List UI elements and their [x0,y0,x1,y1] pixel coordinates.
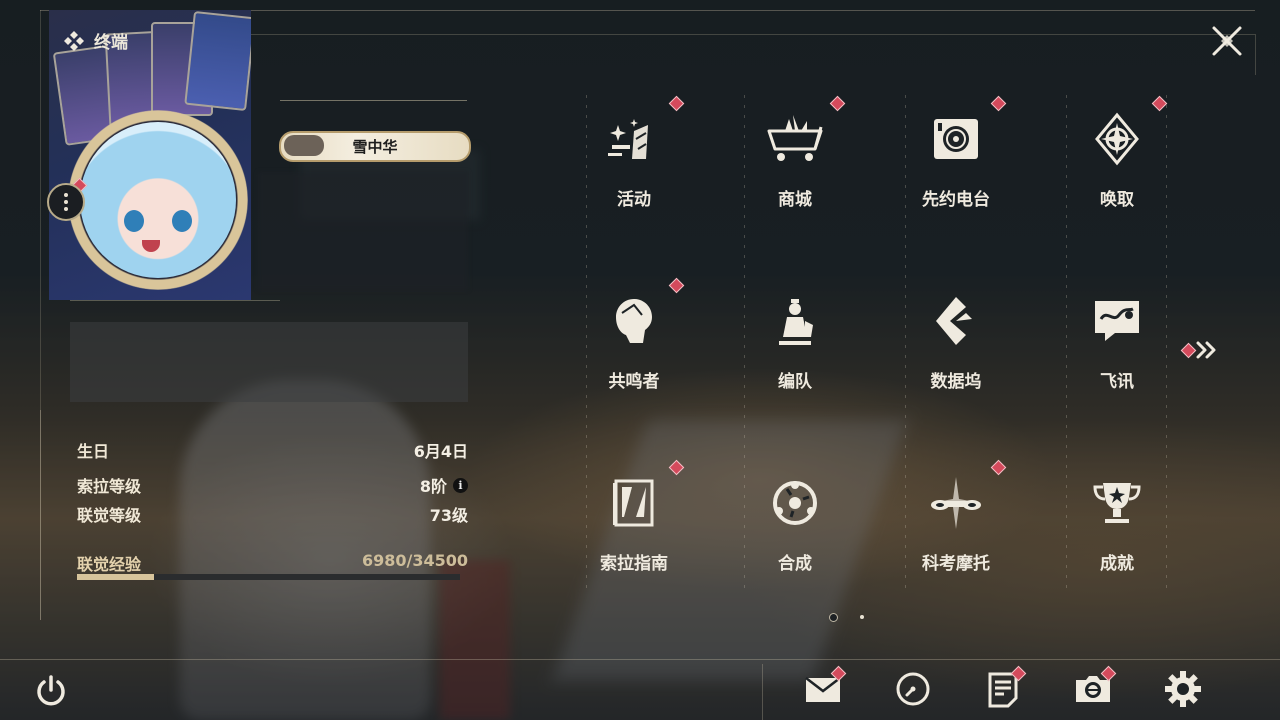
menu-item-label: 商城 [778,190,812,210]
exp-label: 联觉经验 [77,555,142,574]
clock-icon [896,672,930,706]
dot-icon [64,207,68,211]
bottom-bar-separator [762,664,763,720]
menu-item-shop[interactable]: 商城 [745,95,846,255]
info-value: 8阶 [419,477,447,496]
menu-item-label: 数据坞 [930,372,982,392]
info-row-sola-level: 索拉等级 8阶 i [77,473,468,497]
menu-item-label: 索拉指南 [600,554,668,574]
notification-badge [668,95,685,112]
page-indicator-1[interactable] [829,613,838,622]
terminal-diamond-icon [64,30,84,51]
notes-button[interactable] [982,665,1027,710]
notification-badge [668,277,685,294]
menu-item-label: 成就 [1100,554,1134,574]
name-card-thumbnail [284,135,324,156]
player-name-badge[interactable]: 雪中华 [279,131,471,162]
redacted-area [258,172,468,290]
notification-badge [668,459,685,476]
notification-badge [1151,95,1168,112]
info-label: 生日 [77,442,110,461]
redacted-area [70,322,468,402]
dot-icon [64,200,68,204]
notification-badge [990,95,1007,112]
menu-item-synthesis[interactable]: 合成 [745,459,845,619]
sparkle-activity-icon [608,119,648,159]
motorcycle-icon [931,477,981,529]
exp-progress-bar [77,574,460,580]
menu-item-data-bank[interactable]: 数据坞 [906,277,1006,437]
menu-item-convene[interactable]: 唤取 [1067,95,1168,255]
frame-line [250,34,1165,35]
menu-item-label: 唤取 [1100,190,1134,210]
notification-badge [990,459,1007,476]
page-indicator-2[interactable] [860,615,864,619]
gear-icon [1165,671,1201,707]
menu-item-motorbike[interactable]: 科考摩托 [906,459,1007,619]
info-label: 索拉等级 [77,477,142,496]
avatar[interactable] [80,122,236,278]
data-dock-icon [936,297,972,345]
page-title: 终端 [62,28,128,53]
close-icon [1212,26,1242,56]
info-label: 联觉等级 [77,506,142,525]
chess-pieces-icon [779,299,813,345]
power-button[interactable] [32,672,70,710]
info-icon[interactable]: i [453,477,468,493]
compass-star-icon [1095,112,1139,166]
exp-progress-fill [77,574,155,580]
menu-item-team[interactable]: 编队 [745,277,845,437]
menu-item-label: 合成 [778,554,812,574]
more-options-button[interactable] [47,183,85,221]
info-row-union-level: 联觉等级 73级 [77,502,468,526]
message-bubble-icon [1095,301,1139,341]
divider [70,300,280,301]
menu-item-achievements[interactable]: 成就 [1067,459,1167,619]
bottom-bar-divider [0,659,1280,660]
close-button[interactable] [1208,22,1246,60]
notification-badge [829,95,846,112]
exp-value: 6980/34500 [361,551,468,570]
settings-button[interactable] [1162,668,1204,710]
dot-icon [64,193,68,197]
radio-speaker-icon [934,119,978,159]
synthesis-ring-icon [773,481,817,525]
player-name: 雪中华 [352,138,398,156]
mail-button[interactable] [802,665,847,710]
menu-item-label: 编队 [778,372,812,392]
menu-item-label: 科考摩托 [922,554,990,574]
menu-item-label: 共鸣者 [608,372,660,392]
menu-item-label: 活动 [617,190,651,210]
page-title-text: 终端 [94,33,128,53]
info-value: 73级 [429,506,468,525]
divider [280,100,467,101]
camera-button[interactable] [1072,665,1117,710]
menu-item-resonators[interactable]: 共鸣者 [584,277,685,437]
menu-item-sola-guide[interactable]: 索拉指南 [584,459,685,619]
next-page-button[interactable] [1180,336,1224,364]
info-row-birthday: 生日 6月4日 [77,438,468,462]
menu-item-messages[interactable]: 飞讯 [1067,277,1167,437]
guide-book-icon [613,479,654,527]
double-chevron-right-icon [1196,341,1216,359]
menu-item-activity[interactable]: 活动 [584,95,685,255]
history-button[interactable] [892,668,934,710]
trophy-icon [1093,483,1141,523]
character-head-icon [616,299,652,343]
menu-item-label: 飞讯 [1100,372,1134,392]
menu-item-radio[interactable]: 先约电台 [906,95,1007,255]
info-value: 6月4日 [413,442,468,461]
power-icon [37,675,65,706]
frame-line [40,410,41,620]
shopping-cart-icon [767,115,823,161]
menu-item-label: 先约电台 [922,190,990,210]
